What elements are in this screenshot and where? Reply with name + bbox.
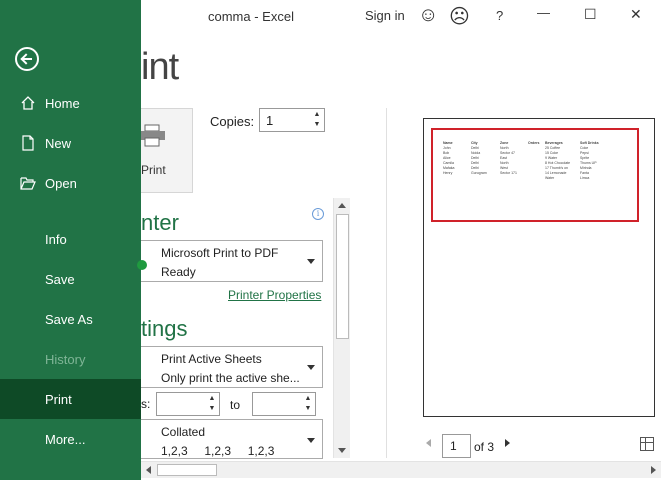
spin-down-icon[interactable]: ▼ bbox=[303, 404, 313, 414]
sidebar-item-label: New bbox=[45, 135, 72, 151]
sidebar-item-label: Save bbox=[45, 271, 75, 287]
highlight-box bbox=[431, 128, 639, 222]
page-number-value: 1 bbox=[450, 439, 457, 453]
sidebar-item-label: Home bbox=[45, 95, 80, 111]
to-label: to bbox=[230, 398, 241, 412]
print-what-description: Only print the active she... bbox=[161, 371, 300, 385]
sidebar-item-more[interactable]: More... bbox=[0, 419, 141, 459]
info-icon[interactable]: i bbox=[312, 208, 324, 220]
sidebar-item-label: More... bbox=[45, 431, 86, 447]
home-icon bbox=[21, 96, 35, 110]
pages-label: s: bbox=[141, 397, 151, 411]
scroll-thumb[interactable] bbox=[157, 464, 217, 476]
printer-icon bbox=[141, 124, 165, 147]
chevron-down-icon bbox=[307, 365, 315, 370]
spin-down-icon[interactable]: ▼ bbox=[207, 404, 217, 414]
new-file-icon bbox=[22, 135, 34, 151]
sidebar-item-label: Save As bbox=[45, 311, 93, 327]
scroll-up-icon[interactable] bbox=[338, 203, 346, 208]
sidebar-item-save[interactable]: Save bbox=[0, 259, 141, 299]
collation-dropdown[interactable]: Collated 1,2,3 1,2,3 1,2,3 bbox=[141, 419, 323, 459]
close-icon[interactable]: ✕ bbox=[630, 6, 642, 23]
sidebar-item-label: Print bbox=[45, 391, 72, 407]
spin-up-icon[interactable]: ▲ bbox=[207, 394, 217, 404]
collation-order: 1,2,3 1,2,3 1,2,3 bbox=[161, 444, 275, 458]
pane-divider bbox=[386, 108, 387, 458]
print-what-label: Print Active Sheets bbox=[161, 352, 262, 366]
minimize-icon[interactable]: — bbox=[537, 5, 550, 20]
sidebar-item-new[interactable]: New bbox=[0, 123, 141, 163]
sidebar-item-label: Open bbox=[45, 175, 77, 191]
printer-properties-link[interactable]: Printer Properties bbox=[228, 288, 321, 302]
show-margins-icon[interactable] bbox=[640, 437, 654, 451]
spin-down-icon[interactable]: ▼ bbox=[312, 120, 322, 130]
scroll-down-icon[interactable] bbox=[338, 448, 346, 453]
horizontal-scrollbar[interactable] bbox=[141, 461, 661, 478]
printer-ready-icon bbox=[137, 260, 147, 270]
window-title: comma - Excel bbox=[208, 9, 294, 24]
copies-stepper[interactable]: 1 ▲ ▼ bbox=[259, 108, 325, 132]
spin-up-icon[interactable]: ▲ bbox=[312, 110, 322, 120]
maximize-icon[interactable]: ☐ bbox=[584, 6, 597, 23]
sidebar-item-home[interactable]: Home bbox=[0, 83, 141, 123]
printer-dropdown[interactable]: Microsoft Print to PDF Ready bbox=[141, 240, 323, 282]
printer-name: Microsoft Print to PDF bbox=[161, 246, 279, 260]
page-count-label: of 3 bbox=[474, 440, 495, 454]
sidebar-item-open[interactable]: Open bbox=[0, 163, 141, 203]
print-button-label: Print bbox=[141, 163, 166, 177]
scroll-thumb[interactable] bbox=[336, 214, 349, 339]
page-title: int bbox=[141, 46, 179, 88]
frown-icon[interactable]: ☹ bbox=[449, 4, 470, 29]
printer-heading: nter bbox=[141, 210, 179, 235]
sidebar-item-label: Info bbox=[45, 231, 67, 247]
print-button[interactable]: Print bbox=[141, 108, 193, 193]
title-bar: comma - Excel Sign in ☺ ☹ ? — ☐ ✕ bbox=[141, 0, 661, 32]
chevron-down-icon bbox=[307, 438, 315, 443]
printer-status: Ready bbox=[161, 265, 196, 279]
sidebar-item-print[interactable]: Print bbox=[0, 379, 141, 419]
settings-heading: tings bbox=[141, 316, 188, 341]
copies-value: 1 bbox=[266, 113, 274, 128]
copies-label: Copies: bbox=[210, 114, 255, 129]
spin-up-icon[interactable]: ▲ bbox=[303, 394, 313, 404]
previous-page-icon[interactable] bbox=[426, 439, 431, 447]
smile-icon[interactable]: ☺ bbox=[418, 4, 438, 27]
help-icon[interactable]: ? bbox=[496, 8, 503, 23]
settings-scrollbar[interactable] bbox=[333, 198, 350, 458]
back-arrow-icon[interactable] bbox=[15, 47, 39, 71]
sidebar-item-info[interactable]: Info bbox=[0, 219, 141, 259]
pages-to-input[interactable]: ▲ ▼ bbox=[252, 392, 316, 416]
chevron-down-icon bbox=[307, 259, 315, 264]
print-what-dropdown[interactable]: Print Active Sheets Only print the activ… bbox=[141, 346, 323, 388]
backstage-sidebar: Home New Open Info Save Save As History … bbox=[0, 0, 141, 480]
pages-from-input[interactable]: ▲ ▼ bbox=[156, 392, 220, 416]
next-page-icon[interactable] bbox=[505, 439, 510, 447]
page-number-input[interactable]: 1 bbox=[442, 434, 471, 458]
sign-in-link[interactable]: Sign in bbox=[365, 8, 405, 23]
sidebar-item-label: History bbox=[45, 351, 86, 367]
sidebar-item-save-as[interactable]: Save As bbox=[0, 299, 141, 339]
sidebar-item-history: History bbox=[0, 339, 141, 379]
scroll-right-icon[interactable] bbox=[651, 466, 656, 474]
collation-label: Collated bbox=[161, 425, 206, 439]
open-folder-icon bbox=[20, 177, 36, 190]
scroll-left-icon[interactable] bbox=[146, 466, 151, 474]
